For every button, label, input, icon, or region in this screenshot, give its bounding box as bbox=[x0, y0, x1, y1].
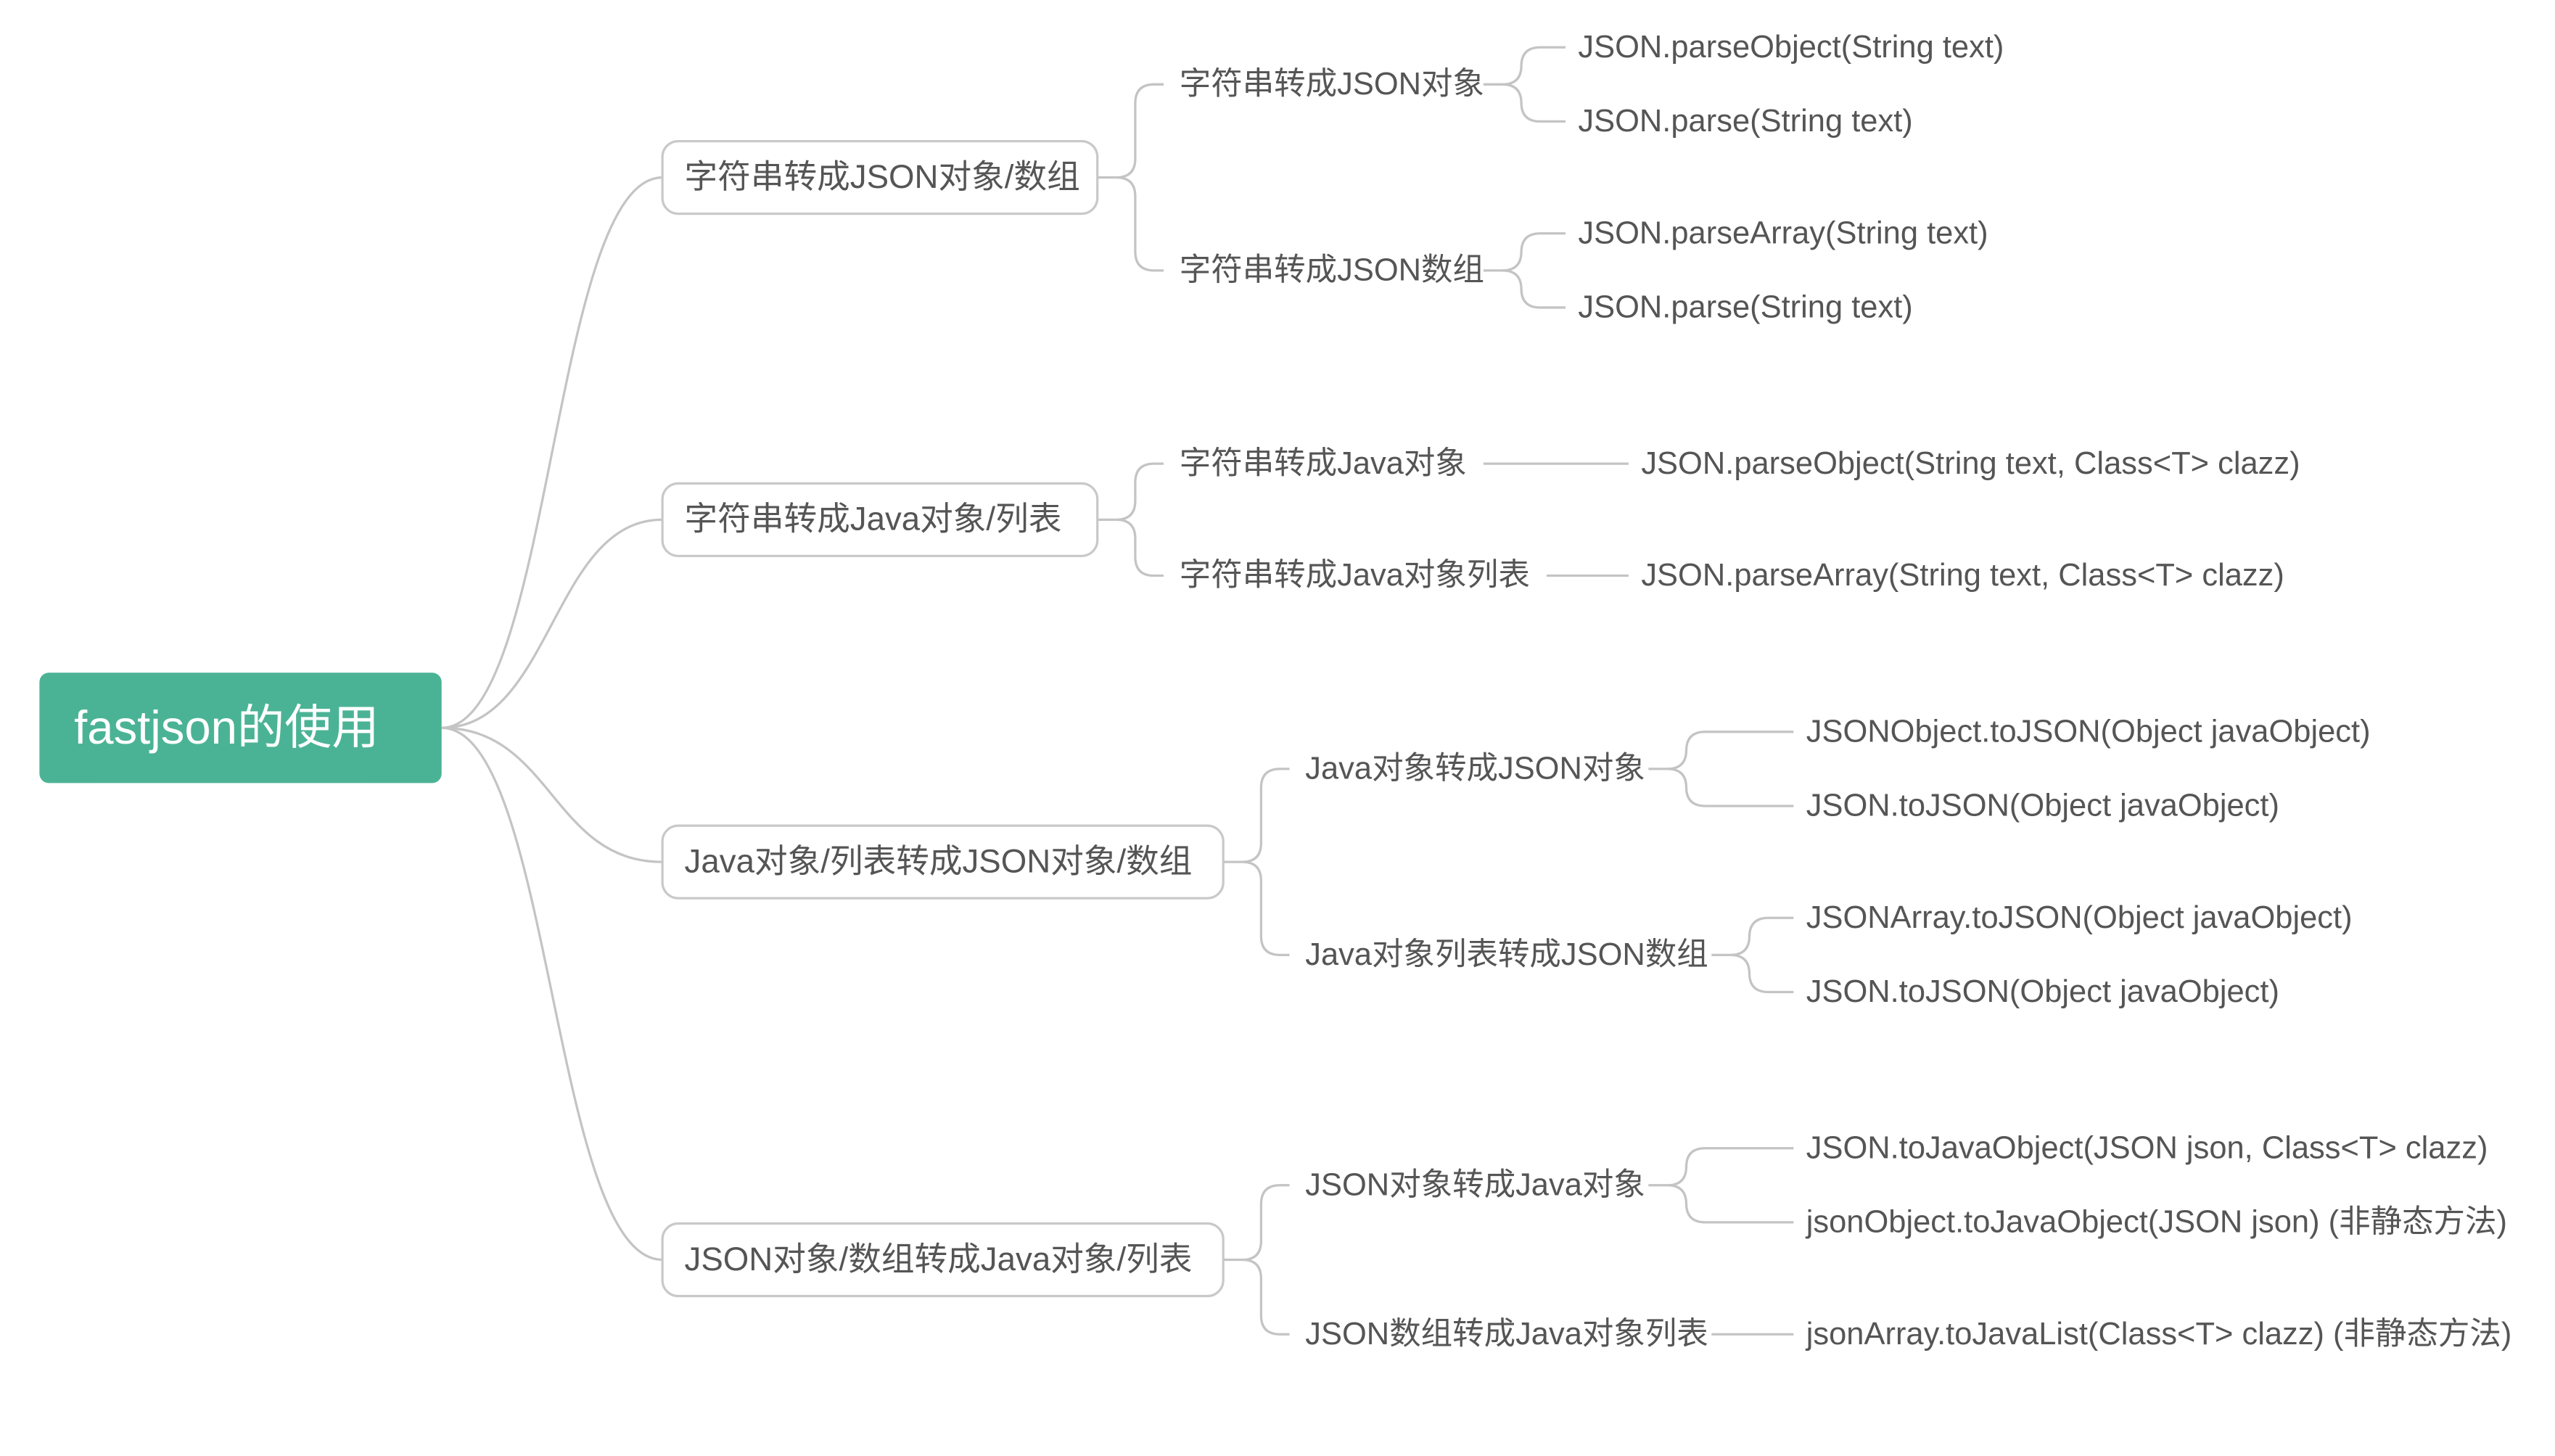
root-label: fastjson的使用 bbox=[74, 701, 379, 754]
leaf-node: JSON.toJSON(Object javaObject) bbox=[1806, 974, 2279, 1009]
leaf-node: jsonObject.toJavaObject(JSON json) (非静态方… bbox=[1805, 1205, 2507, 1240]
sub-node-label: 字符串转成JSON对象 bbox=[1180, 67, 1484, 102]
leaf-node: JSON.toJavaObject(JSON json, Class<T> cl… bbox=[1806, 1130, 2488, 1165]
sub-node-label: JSON对象转成Java对象 bbox=[1305, 1167, 1645, 1202]
leaf-node: JSON.parseArray(String text, Class<T> cl… bbox=[1641, 558, 2284, 593]
sub-node-label: JSON数组转成Java对象列表 bbox=[1305, 1317, 1708, 1352]
leaf-node: JSON.parseObject(String text) bbox=[1578, 30, 2004, 65]
sub-node-label: Java对象列表转成JSON数组 bbox=[1305, 937, 1708, 972]
sub-node-label: Java对象转成JSON对象 bbox=[1305, 752, 1645, 786]
sub-node-label: 字符串转成Java对象 bbox=[1180, 446, 1467, 481]
leaf-node: JSONArray.toJSON(Object javaObject) bbox=[1806, 900, 2353, 935]
branch-label: 字符串转成JSON对象/数组 bbox=[685, 158, 1080, 195]
leaf-node: JSON.parse(String text) bbox=[1578, 104, 1912, 139]
leaf-node: JSON.parse(String text) bbox=[1578, 290, 1912, 325]
leaf-node: jsonArray.toJavaList(Class<T> clazz) (非静… bbox=[1805, 1317, 2512, 1352]
leaf-node: JSON.parseArray(String text) bbox=[1578, 215, 1988, 250]
sub-node-label: 字符串转成JSON数组 bbox=[1180, 253, 1484, 288]
sub-node-label: 字符串转成Java对象列表 bbox=[1180, 558, 1530, 593]
branch-label: 字符串转成Java对象/列表 bbox=[685, 501, 1062, 538]
leaf-node: JSON.parseObject(String text, Class<T> c… bbox=[1641, 446, 2300, 481]
branch-label: Java对象/列表转成JSON对象/数组 bbox=[685, 842, 1193, 879]
mindmap-diagram: fastjson的使用 字符串转成JSON对象/数组 字符串转成JSON对象 JSON… bbox=[0, 0, 2555, 1456]
branch-label: JSON对象/数组转成Java对象/列表 bbox=[685, 1241, 1193, 1278]
leaf-node: JSONObject.toJSON(Object javaObject) bbox=[1806, 714, 2371, 749]
leaf-node: JSON.toJSON(Object javaObject) bbox=[1806, 789, 2279, 823]
